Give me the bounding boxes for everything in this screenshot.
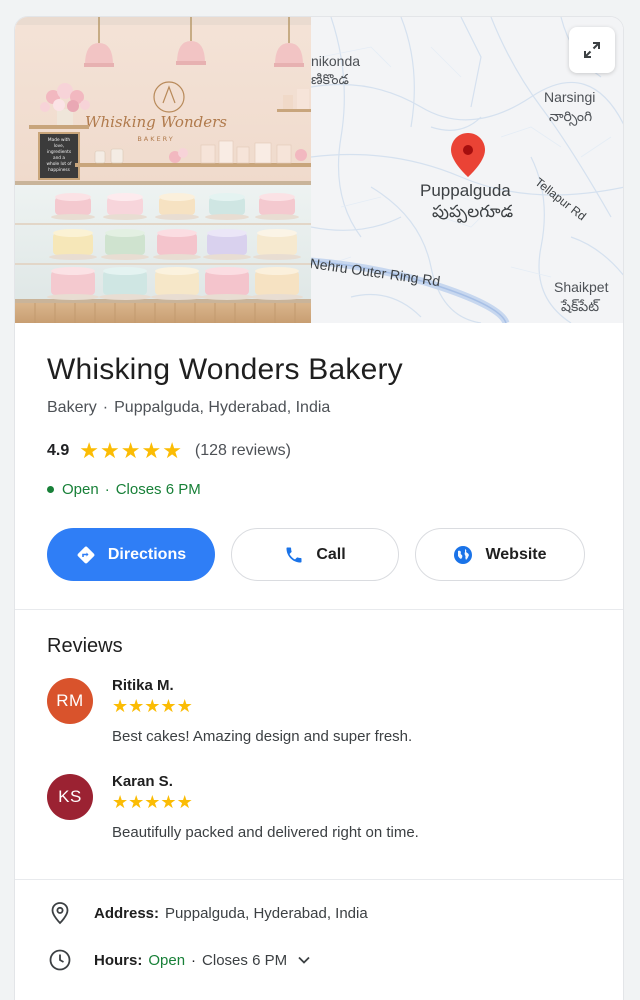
rating-value: 4.9 (47, 442, 70, 459)
chalkboard-line: love, (54, 143, 64, 149)
phone-icon (286, 547, 302, 562)
website-label: Website (485, 545, 547, 563)
reviews-heading: Reviews (47, 635, 123, 657)
map-pin-icon[interactable] (451, 133, 485, 177)
star-icon: ★ (160, 792, 177, 812)
review-text: Beautifully packed and delivered right o… (112, 824, 419, 841)
map-label-shaikpet-te: షేక్‌పేట్ (561, 298, 600, 314)
separator: · (102, 399, 109, 416)
expand-icon (584, 42, 600, 58)
star-icon: ★ (128, 696, 145, 716)
review-text: Best cakes! Amazing design and super fre… (112, 728, 413, 745)
status-open: Open (62, 481, 99, 498)
avatar: KS (47, 774, 93, 820)
status-dot-icon (47, 486, 54, 493)
directions-label: Directions (107, 545, 187, 563)
map-label-narsingi: Narsingi (544, 89, 596, 105)
separator: · (104, 481, 110, 498)
expand-map-button[interactable] (569, 27, 615, 73)
business-card: Whisking Wonders BAKERY Made with love, (14, 16, 624, 1000)
hours-expand-button[interactable] (297, 953, 311, 967)
divider (15, 609, 623, 610)
location-pin-icon (51, 902, 69, 925)
reviewer-name[interactable]: Ritika M. (112, 677, 174, 694)
directions-icon (77, 546, 95, 563)
hours-row[interactable]: Hours: Open · Closes 6 PM (47, 948, 311, 972)
chalkboard-line: happiness (48, 167, 71, 173)
address-value[interactable]: Puppalguda, Hyderabad, India (165, 905, 368, 922)
star-icon: ★ (99, 438, 120, 463)
chalkboard-line: ingredients (47, 149, 72, 155)
star-icon: ★ (144, 792, 161, 812)
address-row: Address: Puppalguda, Hyderabad, India (47, 901, 368, 925)
star-icon: ★ (141, 438, 162, 463)
location-map[interactable]: nikonda ణికొండ Narsingi నార్సింగి Tellap… (311, 17, 623, 323)
clock-icon (49, 949, 71, 971)
website-button[interactable]: Website (415, 528, 585, 581)
star-icon: ★ (120, 438, 141, 463)
map-label-manikonda-te: ణికొండ (311, 71, 349, 87)
rating-stars: ★ ★ ★ ★ ★ (79, 440, 183, 462)
business-name: Whisking Wonders Bakery (47, 353, 403, 386)
star-icon: ★ (112, 696, 129, 716)
map-label-puppalguda-te: పుప్పలగూడ (432, 202, 514, 221)
star-icon: ★ (144, 696, 161, 716)
business-category: Bakery (47, 399, 97, 416)
star-icon: ★ (112, 792, 129, 812)
avatar: RM (47, 678, 93, 724)
rating-row: 4.9 ★ ★ ★ ★ ★ (128 reviews) (47, 440, 291, 462)
open-status: Open · Closes 6 PM (47, 481, 201, 498)
hours-label: Hours: (94, 951, 143, 969)
star-icon: ★ (162, 438, 182, 463)
business-location: Puppalguda, Hyderabad, India (114, 399, 331, 416)
divider (15, 879, 623, 880)
hours-status: Open (148, 951, 186, 969)
hero: Whisking Wonders BAKERY Made with love, (15, 17, 623, 323)
separator: · (191, 951, 197, 969)
chalkboard-line: and a (53, 155, 65, 161)
review-count-link[interactable]: (128 reviews) (195, 442, 291, 460)
chalkboard-line: whole lot of (46, 161, 72, 167)
review-stars: ★ ★ ★ ★ ★ (112, 697, 193, 715)
star-icon: ★ (160, 696, 177, 716)
chalkboard-line: Made with (48, 137, 70, 143)
call-button[interactable]: Call (231, 528, 399, 581)
map-label-shaikpet: Shaikpet (554, 279, 609, 295)
review-item: KS Karan S. ★ ★ ★ ★ ★ Beautifully packed… (47, 773, 607, 854)
chevron-down-icon (298, 956, 310, 964)
map-label-narsingi-te: నార్సింగి (549, 108, 593, 124)
star-icon: ★ (176, 792, 193, 812)
review-stars: ★ ★ ★ ★ ★ (112, 793, 193, 811)
bakery-sign-text: Whisking Wonders (85, 113, 227, 131)
hours-closes: Closes 6 PM (202, 951, 288, 969)
map-label-manikonda: nikonda (311, 53, 361, 69)
bakery-sign-subtext: BAKERY (137, 135, 174, 143)
star-icon: ★ (128, 792, 145, 812)
status-closes: Closes 6 PM (115, 481, 201, 498)
call-label: Call (316, 545, 346, 563)
star-icon: ★ (176, 696, 193, 716)
business-category-location: Bakery · Puppalguda, Hyderabad, India (47, 399, 330, 417)
globe-icon (454, 545, 473, 564)
review-item: RM Ritika M. ★ ★ ★ ★ ★ Best cakes! Amazi… (47, 677, 607, 758)
bakery-photo[interactable]: Whisking Wonders BAKERY Made with love, (15, 17, 311, 323)
address-label: Address: (94, 904, 160, 922)
map-label-puppalguda: Puppalguda (420, 181, 511, 200)
reviewer-name[interactable]: Karan S. (112, 773, 173, 790)
star-icon: ★ (79, 438, 99, 463)
directions-button[interactable]: Directions (47, 528, 215, 581)
